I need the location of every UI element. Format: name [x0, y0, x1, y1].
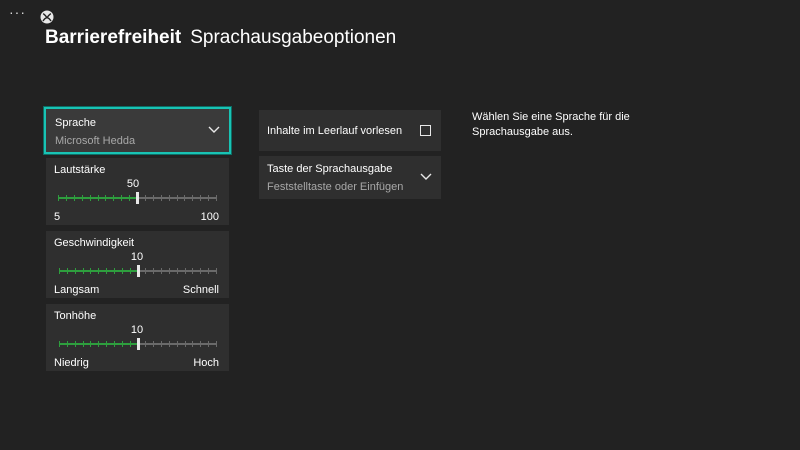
slider-tick [153, 268, 155, 274]
idle-read-checkbox[interactable] [420, 125, 431, 136]
slider-tick [168, 268, 170, 274]
slider-tick [74, 268, 76, 274]
slider-tick [82, 341, 84, 347]
voice-value: Microsoft Hedda [55, 135, 136, 147]
slider-tick [113, 341, 115, 347]
slider-tick [73, 195, 75, 201]
slider-tick [59, 341, 60, 347]
slider-tick [66, 268, 68, 274]
pitch-label: Tonhöhe [54, 310, 97, 322]
idle-read-toggle[interactable]: Inhalte im Leerlauf vorlesen [259, 110, 441, 151]
slider-tick [113, 195, 115, 201]
slider-tick [98, 341, 100, 347]
speed-slider-tile[interactable]: Geschwindigkeit 10 Langsam Schnell [46, 231, 229, 298]
slider-tick [59, 268, 60, 274]
slider-tick [129, 341, 131, 347]
slider-tick [168, 341, 170, 347]
pitch-value: 10 [130, 324, 144, 336]
volume-min-label: 5 [54, 211, 61, 223]
section-title: Barrierefreiheit [45, 27, 182, 48]
more-options-icon[interactable]: ··· [9, 5, 26, 19]
slider-tick [81, 195, 83, 201]
voice-selector[interactable]: Sprache Microsoft Hedda [44, 107, 231, 154]
slider-tick [58, 195, 59, 201]
slider-tick [176, 195, 178, 201]
slider-tick [106, 268, 108, 274]
voice-label: Sprache [55, 117, 96, 129]
slider-tick [200, 341, 202, 347]
slider-tick [168, 195, 170, 201]
speed-value: 10 [130, 251, 144, 263]
pitch-min-label: Niedrig [54, 357, 89, 369]
idle-read-label: Inhalte im Leerlauf vorlesen [267, 125, 403, 137]
slider-tick [208, 268, 210, 274]
slider-tick [121, 341, 123, 347]
slider-tick [160, 195, 162, 201]
xbox-logo-icon[interactable] [40, 10, 54, 24]
slider-tick [121, 268, 123, 274]
volume-slider-tile[interactable]: Lautstärke 50 5 100 [46, 158, 229, 225]
slider-tick [121, 195, 123, 201]
slider-thumb[interactable] [136, 265, 140, 277]
slider-tick [89, 195, 91, 201]
volume-max-label: 100 [200, 211, 219, 223]
slider-tick [98, 268, 100, 274]
slider-tick [65, 195, 67, 201]
help-description: Wählen Sie eine Sprache für die Sprachau… [472, 111, 630, 138]
slider-tick [192, 195, 194, 201]
speed-slider[interactable] [59, 265, 217, 277]
narrator-key-value: Feststelltaste oder Einfügen [267, 181, 404, 193]
slider-tick [97, 195, 99, 201]
slider-tick [208, 195, 210, 201]
slider-tick [216, 341, 217, 347]
slider-tick [74, 341, 76, 347]
slider-tick [184, 341, 186, 347]
slider-tick [184, 195, 186, 201]
speed-max-label: Schnell [182, 284, 219, 296]
slider-tick [192, 268, 194, 274]
slider-tick [105, 195, 107, 201]
slider-tick [66, 341, 68, 347]
slider-tick [145, 268, 147, 274]
slider-tick [184, 268, 186, 274]
slider-tick [113, 268, 115, 274]
slider-tick [145, 341, 147, 347]
slider-tick [192, 341, 194, 347]
slider-tick [153, 341, 155, 347]
volume-value: 50 [126, 178, 140, 190]
speed-min-label: Langsam [54, 284, 100, 296]
pitch-slider-tile[interactable]: Tonhöhe 10 Niedrig Hoch [46, 304, 229, 371]
slider-tick [208, 341, 210, 347]
slider-tick [161, 341, 163, 347]
narrator-key-selector[interactable]: Taste der Sprachausgabe Feststelltaste o… [259, 156, 441, 199]
slider-thumb[interactable] [136, 338, 140, 350]
slider-tick [216, 195, 217, 201]
narrator-key-label: Taste der Sprachausgabe [267, 163, 393, 175]
slider-tick [129, 195, 131, 201]
volume-slider[interactable] [58, 192, 217, 204]
slider-tick [200, 268, 202, 274]
volume-label: Lautstärke [54, 164, 106, 176]
page-header: Barrierefreiheit Sprachausgabeoptionen [45, 27, 396, 49]
slider-tick [90, 341, 92, 347]
slider-tick [129, 268, 131, 274]
chevron-down-icon [420, 173, 432, 180]
slider-tick [106, 341, 108, 347]
pitch-slider[interactable] [59, 338, 217, 350]
slider-tick [152, 195, 154, 201]
speed-label: Geschwindigkeit [54, 237, 135, 249]
slider-tick [82, 268, 84, 274]
slider-tick [176, 268, 178, 274]
slider-tick [161, 268, 163, 274]
slider-tick [216, 268, 217, 274]
pitch-max-label: Hoch [193, 357, 219, 369]
slider-tick [200, 195, 202, 201]
page-title: Sprachausgabeoptionen [190, 27, 397, 48]
slider-thumb[interactable] [136, 192, 139, 204]
slider-tick [144, 195, 146, 201]
chevron-down-icon [208, 126, 220, 133]
slider-tick [90, 268, 92, 274]
slider-tick [176, 341, 178, 347]
